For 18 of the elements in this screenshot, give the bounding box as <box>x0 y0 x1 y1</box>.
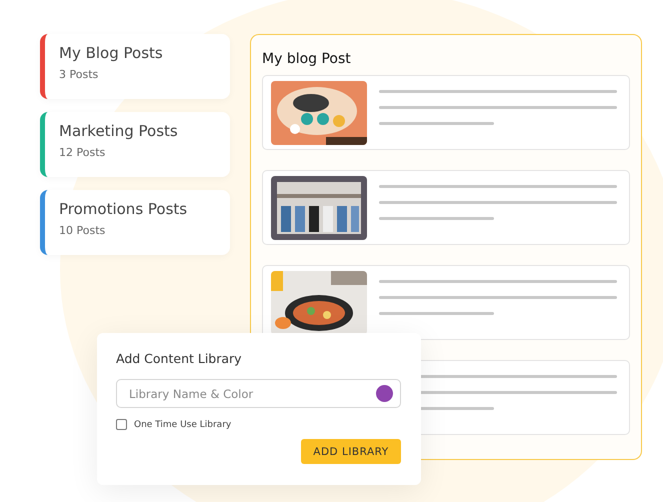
library-name-field[interactable]: Library Name & Color <box>116 379 401 408</box>
add-library-button[interactable]: ADD LIBRARY <box>301 439 401 464</box>
post-card[interactable] <box>262 265 630 340</box>
post-count: 10 Posts <box>59 224 106 237</box>
post-count: 3 Posts <box>59 68 98 81</box>
library-card[interactable]: Promotions Posts 10 Posts <box>40 190 230 255</box>
dialog-title: Add Content Library <box>116 351 242 366</box>
library-title: Promotions Posts <box>59 200 188 218</box>
post-count: 12 Posts <box>59 146 106 159</box>
library-title: My Blog Posts <box>59 44 163 62</box>
checkbox-label: One Time Use Library <box>134 420 232 430</box>
library-card[interactable]: My Blog Posts 3 Posts <box>40 34 230 99</box>
post-card[interactable] <box>262 170 630 245</box>
post-card[interactable] <box>262 75 630 150</box>
panel-title: My blog Post <box>262 51 352 67</box>
checkbox[interactable] <box>116 419 127 430</box>
library-title: Marketing Posts <box>59 122 178 140</box>
library-card[interactable]: Marketing Posts 12 Posts <box>40 112 230 177</box>
